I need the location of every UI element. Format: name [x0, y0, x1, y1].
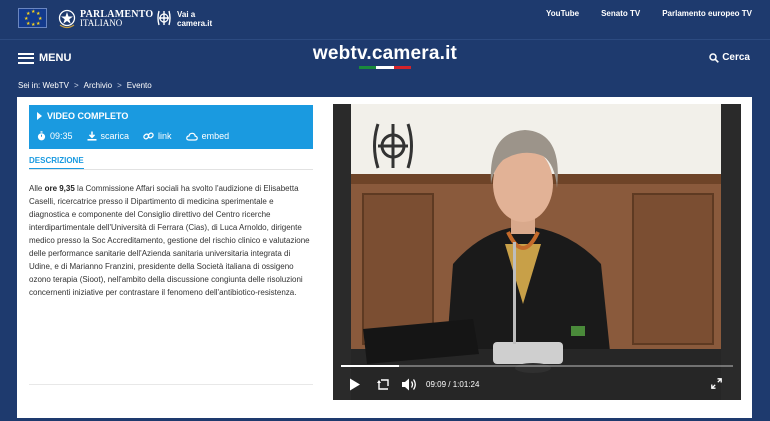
- tricolor-bar: [359, 66, 411, 69]
- tricolor-white: [376, 66, 394, 69]
- video-player[interactable]: 09:09 / 1:01:24: [333, 104, 741, 400]
- download-label: scarica: [100, 131, 130, 141]
- video-actions: 09:35 scarica link embed: [37, 131, 243, 141]
- seek-bar-fill: [341, 365, 400, 367]
- content-card: VIDEO COMPLETO 09:35 scarica link embed …: [17, 97, 752, 418]
- search-button[interactable]: Cerca: [709, 52, 750, 63]
- search-icon: [709, 52, 720, 63]
- embed-label: embed: [201, 131, 230, 141]
- download-button[interactable]: scarica: [87, 131, 130, 141]
- top-bar: ★ ★ ★ ★ ★ ★ ★ ★ PARLAMENTO ITALIANO Vai …: [0, 0, 770, 40]
- cloud-icon: [185, 132, 198, 141]
- senato-tv-link[interactable]: Senato TV: [601, 9, 640, 18]
- description-body: la Commissione Affari sociali ha svolto …: [29, 184, 310, 297]
- breadcrumb: Sei in: WebTV > Archivio > Evento: [18, 81, 152, 90]
- parlamento-line2: ITALIANO: [80, 18, 123, 28]
- italian-emblem-icon: [58, 9, 76, 29]
- description-bottom-divider: [29, 384, 313, 385]
- video-frame: [333, 104, 741, 400]
- top-links: YouTube Senato TV Parlamento europeo TV: [524, 9, 752, 18]
- play-triangle-icon: [37, 112, 42, 120]
- video-complete-box: VIDEO COMPLETO 09:35 scarica link embed: [29, 105, 313, 149]
- play-icon[interactable]: [349, 378, 361, 391]
- vai-a-camera-link[interactable]: Vai a camera.it: [177, 10, 212, 28]
- seek-bar[interactable]: [341, 365, 733, 367]
- breadcrumb-archivio[interactable]: Archivio: [84, 81, 112, 90]
- tricolor-green: [359, 66, 377, 69]
- parlamento-europeo-tv-link[interactable]: Parlamento europeo TV: [662, 9, 752, 18]
- vai-line1: Vai a: [177, 10, 196, 19]
- description-prefix: Alle: [29, 184, 45, 193]
- parlamento-italiano-link[interactable]: PARLAMENTO ITALIANO: [80, 10, 153, 28]
- description-tab[interactable]: DESCRIZIONE: [29, 156, 84, 170]
- description-divider: [29, 169, 313, 170]
- time-display: 09:09 / 1:01:24: [426, 380, 479, 389]
- fullscreen-icon[interactable]: [711, 378, 722, 389]
- tricolor-red: [393, 66, 411, 69]
- vai-line2: camera.it: [177, 19, 213, 28]
- volume-icon[interactable]: [402, 378, 417, 391]
- breadcrumb-separator: >: [117, 81, 122, 90]
- youtube-link[interactable]: YouTube: [546, 9, 579, 18]
- total-time: 1:01:24: [452, 380, 480, 389]
- eu-flag-icon: ★ ★ ★ ★ ★ ★ ★ ★: [18, 8, 47, 28]
- player-controls: 09:09 / 1:01:24: [333, 370, 741, 400]
- embed-button[interactable]: embed: [185, 131, 230, 141]
- camera-logo-icon[interactable]: [156, 8, 172, 28]
- search-label: Cerca: [722, 52, 750, 63]
- video-complete-title[interactable]: VIDEO COMPLETO: [37, 111, 128, 121]
- stopwatch-icon: [37, 131, 46, 141]
- video-complete-label: VIDEO COMPLETO: [47, 111, 129, 121]
- breadcrumb-evento: Evento: [126, 81, 152, 90]
- time-separator: /: [448, 380, 451, 389]
- breadcrumb-separator: >: [73, 81, 79, 90]
- link-icon: [143, 132, 154, 140]
- breadcrumb-webtv[interactable]: Sei in: WebTV: [18, 81, 69, 90]
- description-text: Alle ore 9,35 la Commissione Affari soci…: [29, 182, 313, 299]
- site-header: MENU webtv.camera.it Cerca: [0, 41, 770, 77]
- replay-icon[interactable]: [377, 378, 390, 391]
- current-time: 09:09: [426, 380, 447, 389]
- download-icon: [87, 131, 97, 141]
- site-brand[interactable]: webtv.camera.it: [0, 43, 770, 65]
- link-button[interactable]: link: [143, 131, 172, 141]
- description-time: ore 9,35: [44, 184, 75, 193]
- link-label: link: [158, 131, 172, 141]
- duration-value: 09:35: [50, 131, 73, 141]
- duration: 09:35: [37, 131, 73, 141]
